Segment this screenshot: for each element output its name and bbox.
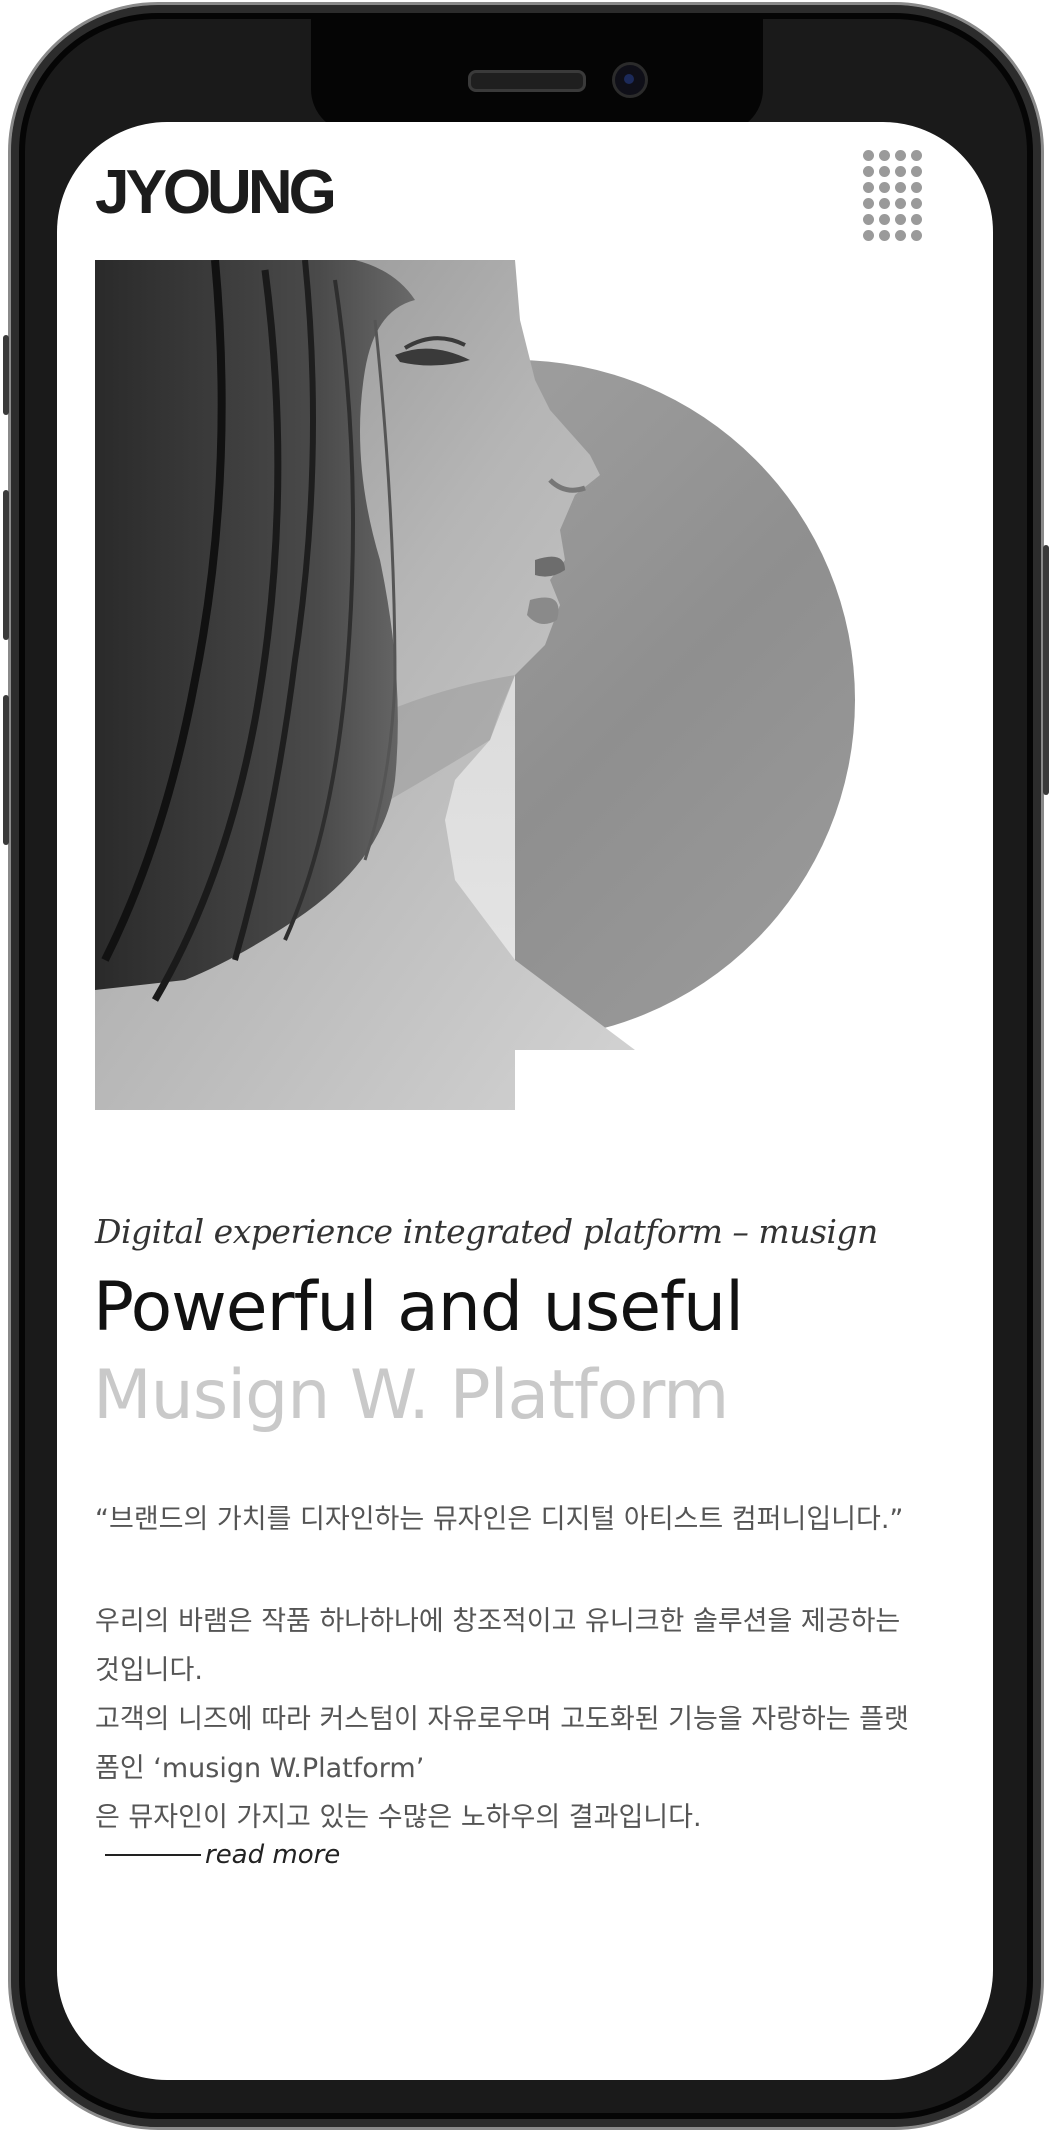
tagline: Digital experience integrated platform –… bbox=[95, 1212, 878, 1251]
read-more-label: read more bbox=[205, 1840, 341, 1870]
screen: JYOUNG Digital experience integrated pla… bbox=[57, 122, 993, 2080]
description-paragraphs: 우리의 바램은 작품 하나하나에 창조적이고 유니크한 솔루션을 제공하는 것입… bbox=[95, 1597, 925, 1842]
description-paragraph: 은 뮤자인이 가지고 있는 수많은 노하우의 결과입니다. bbox=[95, 1802, 702, 1833]
silent-switch bbox=[3, 335, 9, 415]
description-paragraph: 우리의 바램은 작품 하나하나에 창조적이고 유니크한 솔루션을 제공하는 것입… bbox=[95, 1606, 901, 1686]
portrait-illustration bbox=[95, 260, 875, 1110]
volume-down-button bbox=[3, 695, 9, 845]
front-camera bbox=[612, 62, 648, 98]
description-paragraph: 고객의 니즈에 따라 커스텀이 자유로우며 고도화된 기능을 자랑하는 플랫폼인… bbox=[95, 1704, 909, 1784]
volume-up-button bbox=[3, 490, 9, 640]
earpiece-speaker bbox=[468, 70, 586, 92]
brand-quote: “브랜드의 가치를 디자인하는 뮤자인은 디지털 아티스트 컴퍼니입니다.” bbox=[95, 1504, 904, 1535]
hero-portrait-image bbox=[95, 260, 875, 1110]
power-button bbox=[1043, 545, 1049, 795]
read-more-line bbox=[105, 1854, 201, 1856]
headline: Powerful and useful bbox=[93, 1268, 744, 1347]
brand-logo[interactable]: JYOUNG bbox=[95, 162, 337, 224]
dot-grid-menu-icon[interactable] bbox=[863, 150, 923, 241]
subheadline: Musign W. Platform bbox=[93, 1356, 729, 1435]
read-more-link[interactable]: read more bbox=[105, 1840, 340, 1870]
